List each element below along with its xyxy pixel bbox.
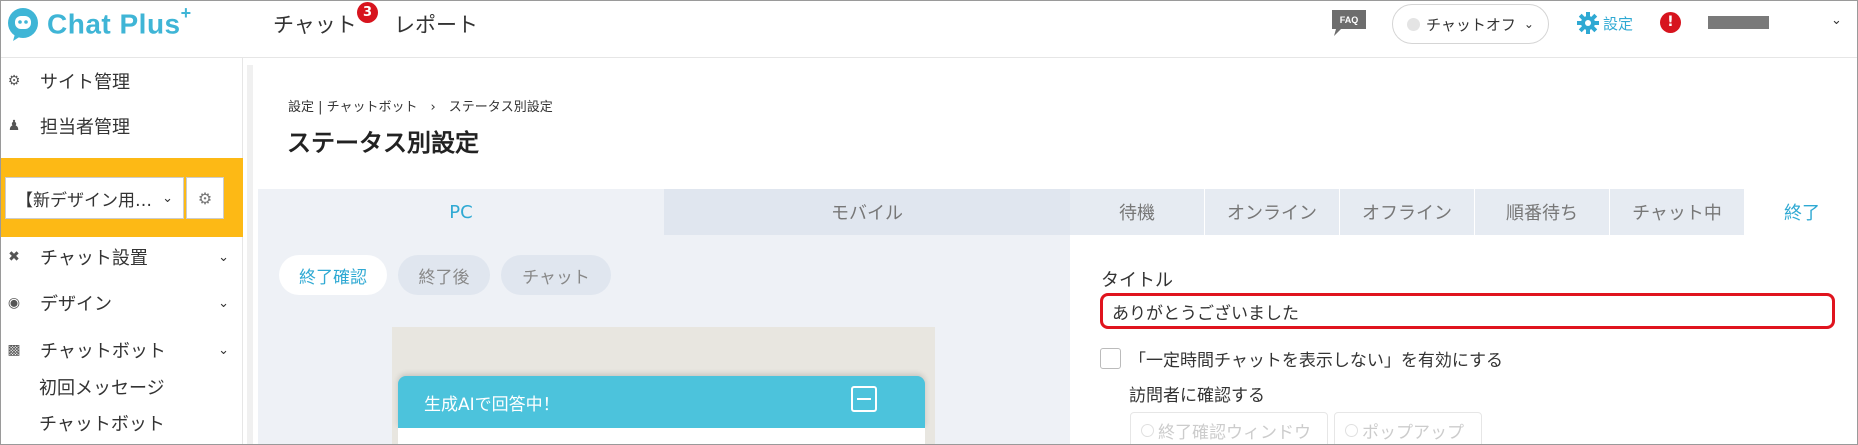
sidebar-item-label: チャットボット (40, 341, 166, 362)
settings-label: 設定 (1603, 14, 1634, 33)
tab-waiting[interactable]: 順番待ち (1475, 189, 1610, 235)
sidebar-item-label: チャット設置 (40, 248, 148, 269)
tab-ended[interactable]: 終了 (1745, 189, 1857, 235)
radio-popup-label: ポップアップ (1362, 422, 1464, 443)
tools-icon: ✖ (8, 249, 20, 265)
title-input[interactable] (1100, 293, 1835, 329)
pill-after-end[interactable]: 終了後 (398, 255, 490, 295)
tab-mobile[interactable]: モバイル (664, 189, 1070, 235)
sidebar-subitem-chatbot[interactable]: チャットボット (39, 410, 165, 436)
top-header: Chat Plus+ チャット 3 レポート FAQ チャットオフ ⌄ 設定 !… (1, 1, 1857, 58)
site-settings-button[interactable]: ⚙ (186, 177, 224, 219)
logo[interactable]: Chat Plus+ (5, 3, 192, 44)
sidebar-item-site-admin[interactable]: ⚙ サイト管理 (1, 61, 243, 101)
radio-end-window[interactable]: 終了確認ウィンドウ (1130, 412, 1328, 444)
checkbox-confirm-visitor[interactable] (1100, 383, 1121, 404)
checkbox-hide-chat-label: 「一定時間チャットを表示しない」を有効にする (1129, 351, 1503, 371)
pill-end-confirm[interactable]: 終了確認 (279, 255, 387, 295)
svg-text:FAQ: FAQ (1340, 15, 1359, 25)
alert-icon[interactable]: ! (1660, 12, 1681, 33)
site-selector-area: 【新デザイン用… ⌄ ⚙ (1, 158, 243, 237)
gears-icon: ⚙ (7, 73, 21, 89)
users-icon: ♟ (7, 118, 21, 134)
sidebar: ⚙ サイト管理 ♟ 担当者管理 【新デザイン用… ⌄ ⚙ ✖ チャット設置 ⌄ … (1, 58, 243, 444)
radio-dot (1141, 423, 1154, 437)
checkbox-hide-chat[interactable] (1100, 348, 1121, 369)
preview-panel: 終了確認 終了後 チャット 生成AIで回答中！ (258, 235, 1070, 444)
breadcrumb: 設定 | チャットボット › ステータス別設定 (288, 100, 553, 115)
radio-end-window-label: 終了確認ウィンドウ (1158, 422, 1311, 443)
title-label: タイトル (1101, 270, 1173, 291)
check-row-hide[interactable]: 「一定時間チャットを表示しない」を有効にする (1100, 346, 1503, 371)
site-select-value: 【新デザイン用… (16, 190, 152, 211)
chat-status-select[interactable]: チャットオフ ⌄ (1392, 4, 1549, 44)
nav-report[interactable]: レポート (394, 9, 478, 39)
sidebar-item-design[interactable]: ◉ デザイン ⌄ (1, 283, 243, 323)
chevron-down-icon: ⌄ (162, 190, 173, 206)
tab-pc[interactable]: PC (258, 189, 664, 235)
palette-icon: ◉ (7, 295, 21, 311)
gears-icon: ⚙ (197, 188, 213, 208)
app-window: Chat Plus+ チャット 3 レポート FAQ チャットオフ ⌄ 設定 !… (0, 0, 1858, 445)
pill-chat[interactable]: チャット (501, 255, 611, 295)
tab-standby[interactable]: 待機 (1070, 189, 1205, 235)
chevron-down-icon[interactable]: ⌄ (1831, 13, 1842, 28)
tab-chatting[interactable]: チャット中 (1610, 189, 1745, 235)
main-content: 設定 | チャットボット › ステータス別設定 ステータス別設定 PC モバイル… (258, 58, 1857, 444)
sidebar-item-label: 担当者管理 (40, 117, 130, 138)
faq-icon[interactable]: FAQ (1331, 9, 1367, 37)
chat-bubbles-icon: ▩ (7, 342, 21, 358)
chevron-down-icon: ⌄ (1523, 17, 1534, 31)
chat-notification-badge: 3 (357, 2, 378, 23)
logo-text: Chat Plus+ (47, 3, 192, 40)
chat-window-body (398, 428, 925, 444)
status-dot (1407, 17, 1420, 31)
device-tabs: PC モバイル (258, 189, 1070, 235)
chevron-down-icon: ⌄ (218, 342, 229, 358)
sidebar-scrollbar[interactable] (247, 65, 253, 444)
sidebar-subitem-first-message[interactable]: 初回メッセージ (39, 374, 165, 400)
gear-icon (1577, 12, 1599, 34)
chat-window-header: 生成AIで回答中！ (398, 376, 925, 428)
minimize-icon[interactable] (851, 386, 877, 412)
checkbox-confirm-visitor-label: 訪問者に確認する (1129, 386, 1265, 406)
sidebar-item-staff-admin[interactable]: ♟ 担当者管理 (1, 106, 243, 146)
status-tabs: 待機 オンライン オフライン 順番待ち チャット中 終了 (1070, 189, 1857, 235)
check-row-confirm[interactable]: 訪問者に確認する (1100, 381, 1265, 406)
settings-link[interactable]: 設定 (1576, 11, 1633, 35)
chat-plus-logo-icon (8, 8, 38, 41)
chat-window-title: 生成AIで回答中！ (424, 395, 560, 415)
tab-online[interactable]: オンライン (1205, 189, 1340, 235)
tab-offline[interactable]: オフライン (1340, 189, 1475, 235)
site-select[interactable]: 【新デザイン用… ⌄ (5, 177, 184, 219)
chevron-down-icon: ⌄ (218, 295, 229, 311)
radio-popup[interactable]: ポップアップ (1334, 412, 1482, 444)
user-name-redacted[interactable] (1708, 16, 1769, 29)
sidebar-item-label: サイト管理 (40, 72, 130, 93)
chevron-down-icon: ⌄ (218, 249, 229, 265)
settings-form: タイトル 「一定時間チャットを表示しない」を有効にする 訪問者に確認する 終了確… (1070, 235, 1857, 444)
sidebar-item-label: デザイン (40, 294, 112, 315)
sidebar-item-chat-setup[interactable]: ✖ チャット設置 ⌄ (1, 237, 243, 277)
sidebar-item-chatbot[interactable]: ▩ チャットボット ⌄ (1, 330, 243, 370)
nav-chat[interactable]: チャット (273, 9, 357, 39)
radio-dot (1345, 423, 1358, 437)
page-title: ステータス別設定 (287, 129, 479, 157)
chat-status-value: チャットオフ (1426, 15, 1516, 34)
